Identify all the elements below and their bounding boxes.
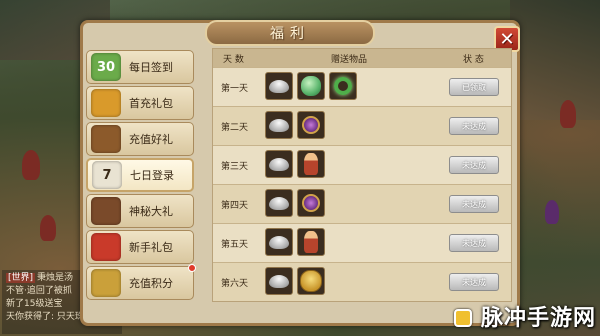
mystery-chest-icon bbox=[91, 197, 121, 225]
watermark-text: 脉冲手游网 bbox=[480, 306, 596, 331]
silver-ingot-icon bbox=[269, 118, 289, 132]
status-button[interactable]: 未达成 bbox=[449, 156, 499, 174]
silver-ingot-icon bbox=[269, 274, 289, 288]
status-button[interactable]: 未达成 bbox=[449, 234, 499, 252]
gift-slot[interactable] bbox=[265, 111, 293, 139]
purple-medal-icon bbox=[302, 116, 320, 134]
silver-ingot-icon bbox=[269, 235, 289, 249]
notification-dot bbox=[188, 264, 196, 272]
gift-slot[interactable] bbox=[265, 267, 293, 295]
coin-bag-icon bbox=[91, 269, 121, 297]
menu-item-label: 神秘大礼 bbox=[129, 205, 173, 218]
calendar-icon: 30 bbox=[91, 53, 121, 81]
treasure-chest-icon bbox=[91, 125, 121, 153]
menu-item-label: 每日签到 bbox=[129, 61, 173, 74]
close-icon: ✕ bbox=[499, 28, 515, 50]
status-button[interactable]: 已领取 bbox=[449, 78, 499, 96]
green-pet-icon bbox=[301, 76, 321, 96]
menu-item-label: 充值好礼 bbox=[129, 133, 173, 146]
calendar-seven-icon: 7 bbox=[92, 161, 122, 189]
gift-slot[interactable] bbox=[297, 150, 325, 178]
golden-bull-icon bbox=[300, 270, 322, 292]
menu-item-daily-signin[interactable]: 30 每日签到 bbox=[86, 50, 194, 84]
npc-character[interactable] bbox=[560, 100, 576, 128]
side-menu: 30 每日签到 首充礼包 充值好礼 7 七日登录 神秘大礼 新手礼包 充值积分 bbox=[86, 40, 198, 302]
menu-item-newbie-pack[interactable]: 新手礼包 bbox=[86, 230, 194, 264]
day-label: 第五天 bbox=[221, 240, 249, 250]
menu-item-recharge-points[interactable]: 充值积分 bbox=[86, 264, 196, 300]
menu-item-first-recharge[interactable]: 首充礼包 bbox=[86, 86, 194, 120]
gift-slot[interactable] bbox=[265, 150, 293, 178]
gift-slot[interactable] bbox=[297, 72, 325, 100]
jade-ring-icon bbox=[334, 77, 352, 95]
table-header: 天 数 赠送物品 状 态 bbox=[213, 49, 511, 67]
npc-character[interactable] bbox=[40, 215, 56, 241]
menu-item-label: 首充礼包 bbox=[129, 97, 173, 110]
header-day: 天 数 bbox=[223, 55, 244, 65]
npc-character[interactable] bbox=[22, 150, 40, 180]
status-button[interactable]: 未达成 bbox=[449, 273, 499, 291]
menu-item-recharge-gift[interactable]: 充值好礼 bbox=[86, 122, 194, 156]
gift-slot[interactable] bbox=[265, 72, 293, 100]
menu-item-label: 七日登录 bbox=[130, 169, 174, 182]
menu-item-label: 充值积分 bbox=[129, 277, 173, 290]
silver-ingot-icon bbox=[269, 196, 289, 210]
panel-title: 福利 bbox=[205, 20, 375, 46]
npc-character[interactable] bbox=[545, 200, 559, 224]
table-row: 第一天 已领取 bbox=[213, 67, 511, 106]
status-button[interactable]: 未达成 bbox=[449, 195, 499, 213]
menu-item-mystery-gift[interactable]: 神秘大礼 bbox=[86, 194, 194, 228]
table-row: 第三天 未达成 bbox=[213, 145, 511, 184]
header-status: 状 态 bbox=[463, 55, 484, 65]
gift-slot[interactable] bbox=[297, 228, 325, 256]
status-button[interactable]: 未达成 bbox=[449, 117, 499, 135]
silver-ingot-icon bbox=[269, 79, 289, 93]
login-reward-table: 天 数 赠送物品 状 态 第一天 已领取 第二天 未达成 第三天 未达成 第四天… bbox=[212, 48, 512, 302]
table-row: 第四天 未达成 bbox=[213, 184, 511, 223]
doll-icon bbox=[304, 231, 318, 253]
menu-item-label: 新手礼包 bbox=[129, 241, 173, 254]
purple-medal-icon bbox=[302, 194, 320, 212]
day-label: 第四天 bbox=[221, 201, 249, 211]
gift-slot[interactable] bbox=[265, 228, 293, 256]
silver-ingot-icon bbox=[269, 157, 289, 171]
day-label: 第六天 bbox=[221, 279, 249, 289]
doll-icon bbox=[304, 153, 318, 175]
gift-slot[interactable] bbox=[329, 72, 357, 100]
gift-slot[interactable] bbox=[297, 189, 325, 217]
gold-pot-icon bbox=[91, 89, 121, 117]
gift-box-icon bbox=[91, 233, 121, 261]
menu-item-seven-day-login[interactable]: 7 七日登录 bbox=[86, 158, 194, 192]
day-label: 第三天 bbox=[221, 162, 249, 172]
building-roof-right bbox=[510, 0, 600, 120]
table-row: 第五天 未达成 bbox=[213, 223, 511, 262]
gift-slot[interactable] bbox=[265, 189, 293, 217]
gift-slot[interactable] bbox=[297, 267, 325, 295]
table-row: 第二天 未达成 bbox=[213, 106, 511, 145]
table-row: 第六天 未达成 bbox=[213, 262, 511, 301]
gift-slot[interactable] bbox=[297, 111, 325, 139]
day-label: 第一天 bbox=[221, 84, 249, 94]
day-label: 第二天 bbox=[221, 123, 249, 133]
watermark-logo-icon bbox=[454, 309, 472, 327]
header-gifts: 赠送物品 bbox=[331, 55, 368, 65]
